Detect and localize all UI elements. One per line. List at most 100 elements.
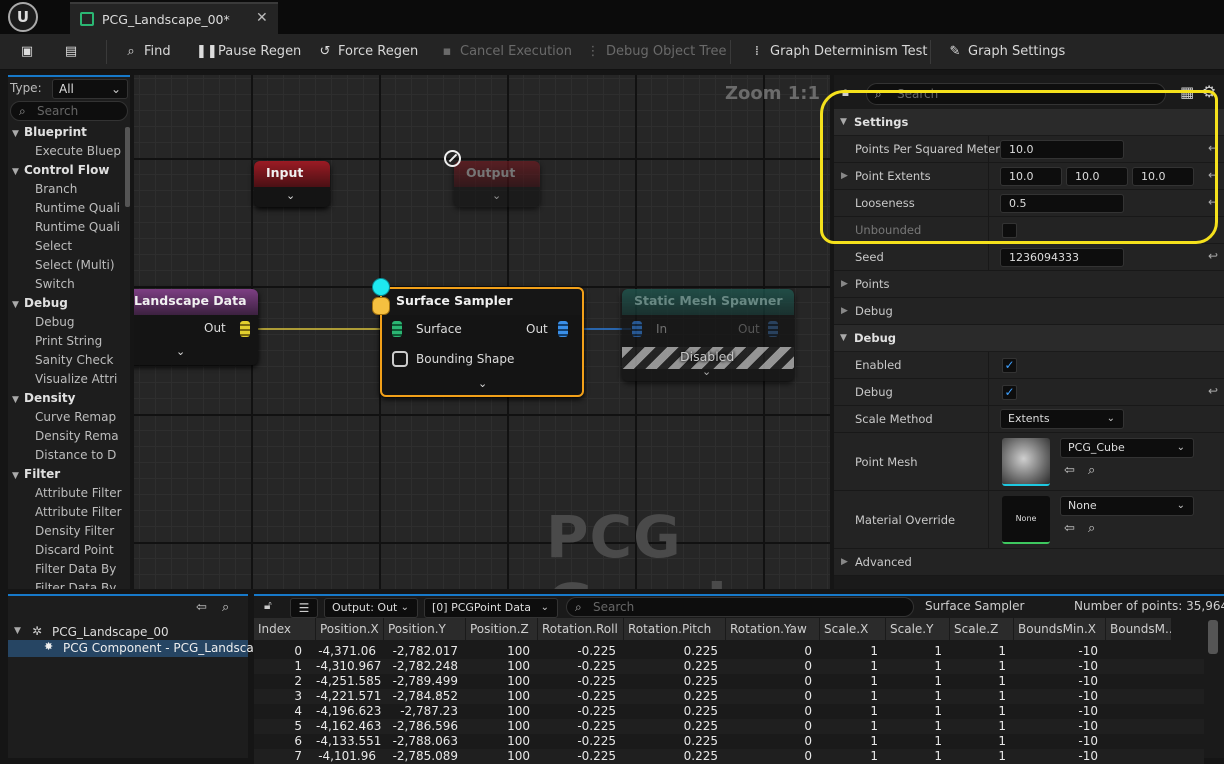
column-header[interactable]: Scale.X <box>820 618 886 640</box>
row-advanced[interactable]: ▶ Advanced <box>834 549 1224 576</box>
table-row[interactable]: 2 -4,251.585 -2,789.499 100 -0.225 0.225 0 1 1 1 -… <box>254 674 1204 689</box>
output-pin-dropdown[interactable]: Output: Out ⌄ <box>324 598 418 618</box>
column-header[interactable]: Rotation.Pitch <box>624 618 726 640</box>
save-button[interactable]: ▣ <box>18 34 40 70</box>
chevron-down-icon[interactable]: ⌄ <box>286 189 295 202</box>
palette-item[interactable]: Density Filter <box>35 524 114 538</box>
palette-item[interactable]: Filter Data By <box>35 562 116 576</box>
type-dropdown[interactable]: All ⌄ <box>52 79 128 99</box>
use-selected-arrow-icon[interactable]: ⇦ <box>1064 463 1080 479</box>
unreal-logo-icon[interactable]: U <box>8 2 38 32</box>
table-scrollbar[interactable] <box>1208 620 1218 654</box>
palette-item[interactable]: Curve Remap <box>35 410 116 424</box>
palette-category[interactable]: ▼ Density <box>12 391 75 405</box>
palette-item[interactable]: Branch <box>35 182 77 196</box>
palette-item[interactable]: Attribute Filter <box>35 505 122 519</box>
tab-pcg-landscape[interactable]: PCG_Landscape_00* ✕ <box>70 2 278 34</box>
table-row[interactable]: 6 -4,133.551 -2,788.063 100 -0.225 0.225 0 1 1 1 -… <box>254 734 1204 749</box>
palette-item[interactable]: Switch <box>35 277 75 291</box>
row-points-group[interactable]: ▶ Points <box>834 271 1224 298</box>
palette-item[interactable]: Print String <box>35 334 102 348</box>
palette-item[interactable]: Runtime Quali <box>35 220 120 234</box>
column-header[interactable]: Scale.Z <box>950 618 1014 640</box>
bounding-shape-pin[interactable] <box>392 351 408 367</box>
chevron-down-icon[interactable]: ⌄ <box>702 365 711 378</box>
reset-arrow-icon[interactable]: ↩ <box>1208 384 1218 398</box>
palette-item[interactable]: Attribute Filter <box>35 486 122 500</box>
scale-method-dropdown[interactable]: Extents ⌄ <box>1000 409 1124 429</box>
surface-in-pin[interactable] <box>392 321 402 337</box>
filter-icon[interactable]: ☰ <box>290 598 318 618</box>
column-header[interactable]: Position.Y <box>384 618 466 640</box>
reset-arrow-icon[interactable]: ↩ <box>1208 249 1218 263</box>
table-row[interactable]: 7 -4,101.96 -2,785.089 100 -0.225 0.225 0 1 1 1 -1… <box>254 749 1204 764</box>
node-input[interactable]: Input ⌄ <box>254 161 330 207</box>
spawner-in-pin[interactable] <box>632 321 642 337</box>
table-row[interactable]: 5 -4,162.463 -2,786.596 100 -0.225 0.225 0 1 1 1 -… <box>254 719 1204 734</box>
spawner-out-pin[interactable] <box>768 321 778 337</box>
chevron-down-icon[interactable]: ⌄ <box>492 189 501 202</box>
cancel-execution-button[interactable]: ▪ Cancel Execution <box>438 34 572 70</box>
table-row[interactable]: 4 -4,196.623 -2,787.23 100 -0.225 0.225 0 1 1 1 -1… <box>254 704 1204 719</box>
palette-category[interactable]: ▼ Filter <box>12 467 60 481</box>
material-thumbnail[interactable]: None <box>1002 496 1050 544</box>
graph-determinism-test-button[interactable]: ⁞ Graph Determinism Test <box>748 34 928 70</box>
palette-category[interactable]: ▼ Debug <box>12 296 68 310</box>
graph-canvas[interactable]: Zoom 1:1 PCG Graph Input ⌄ Output ⌄ Land… <box>134 75 830 589</box>
section-debug[interactable]: ▼ Debug <box>834 325 1224 351</box>
palette-item[interactable]: Select (Multi) <box>35 258 115 272</box>
back-arrow-icon[interactable]: ⇦ <box>196 600 207 615</box>
browse-button[interactable]: ▤ <box>62 34 84 70</box>
landscape-out-pin[interactable] <box>240 321 250 337</box>
column-header[interactable]: Scale.Y <box>886 618 950 640</box>
column-header[interactable]: Rotation.Yaw <box>726 618 820 640</box>
palette-category[interactable]: ▼ Control Flow <box>12 163 109 177</box>
palette-item[interactable]: Visualize Attri <box>35 372 117 386</box>
column-header[interactable]: Index <box>254 618 316 640</box>
table-row[interactable]: 3 -4,221.571 -2,784.852 100 -0.225 0.225 0 1 1 1 -… <box>254 689 1204 704</box>
palette-item[interactable]: Execute Bluep <box>35 144 121 158</box>
palette-item[interactable]: Runtime Quali <box>35 201 120 215</box>
force-regen-button[interactable]: ↺ Force Regen <box>316 34 419 70</box>
palette-item[interactable]: Select <box>35 239 72 253</box>
surface-out-pin[interactable] <box>558 321 568 337</box>
palette-item[interactable]: Discard Point <box>35 543 114 557</box>
palette-item[interactable]: Density Rema <box>35 429 119 443</box>
point-mesh-dropdown[interactable]: PCG_Cube ⌄ <box>1060 438 1194 458</box>
browse-folder-icon[interactable]: ⌕ <box>1088 463 1104 479</box>
material-override-dropdown[interactable]: None ⌄ <box>1060 496 1194 516</box>
palette-item[interactable]: Distance to D <box>35 448 116 462</box>
node-output[interactable]: Output ⌄ <box>454 161 540 207</box>
palette-item[interactable]: Sanity Check <box>35 353 113 367</box>
column-header[interactable]: Rotation.Roll <box>538 618 624 640</box>
row-debug-group[interactable]: ▶ Debug <box>834 298 1224 325</box>
palette-category[interactable]: ▼ Blueprint <box>12 125 87 139</box>
table-row[interactable]: 0 -4,371.06 -2,782.017 100 -0.225 0.225 0 1 1 1 -1… <box>254 644 1204 659</box>
find-button[interactable]: ⌕ Find <box>122 34 170 70</box>
node-static-mesh-spawner[interactable]: Static Mesh Spawner In Out Disabled ⌄ <box>622 289 794 381</box>
browse-folder-icon[interactable]: ⌕ <box>1088 521 1104 537</box>
debug-object-tree-button[interactable]: ⋮ Debug Object Tree <box>584 34 727 70</box>
data-search-input[interactable]: ⌕ Search <box>566 597 914 617</box>
palette-search-input[interactable]: ⌕ Search <box>10 101 128 121</box>
node-surface-sampler[interactable]: Surface Sampler Surface Bounding Shape O… <box>380 287 584 397</box>
seed-field[interactable]: 1236094333 <box>1000 248 1124 267</box>
data-index-dropdown[interactable]: [0] PCGPoint Data ⌄ <box>424 598 558 618</box>
palette-item[interactable]: Debug <box>35 315 74 329</box>
chevron-down-icon[interactable]: ⌄ <box>478 377 487 390</box>
unlock-icon[interactable]: 🔓︎ <box>264 598 272 613</box>
pause-regen-button[interactable]: ❚❚Pause Regen <box>196 34 301 70</box>
palette-scrollbar[interactable] <box>125 127 130 207</box>
table-row[interactable]: 1 -4,310.967 -2,782.248 100 -0.225 0.225 0 1 1 1 -… <box>254 659 1204 674</box>
folder-search-icon[interactable]: ⌕ <box>222 600 229 615</box>
palette-item[interactable]: Filter Data By <box>35 581 116 589</box>
column-header[interactable]: BoundsM... <box>1106 618 1172 640</box>
column-header[interactable]: BoundsMin.X <box>1014 618 1106 640</box>
graph-settings-button[interactable]: ✎ Graph Settings <box>946 34 1066 70</box>
chevron-down-icon[interactable]: ⌄ <box>176 345 185 358</box>
debug-checkbox[interactable]: ✓ <box>1002 385 1017 400</box>
node-landscape-data[interactable]: Landscape Data Out ⌄ <box>134 289 258 365</box>
use-selected-arrow-icon[interactable]: ⇦ <box>1064 521 1080 537</box>
close-tab-icon[interactable]: ✕ <box>256 10 268 26</box>
outliner-root[interactable]: PCG_Landscape_00 <box>52 625 169 639</box>
